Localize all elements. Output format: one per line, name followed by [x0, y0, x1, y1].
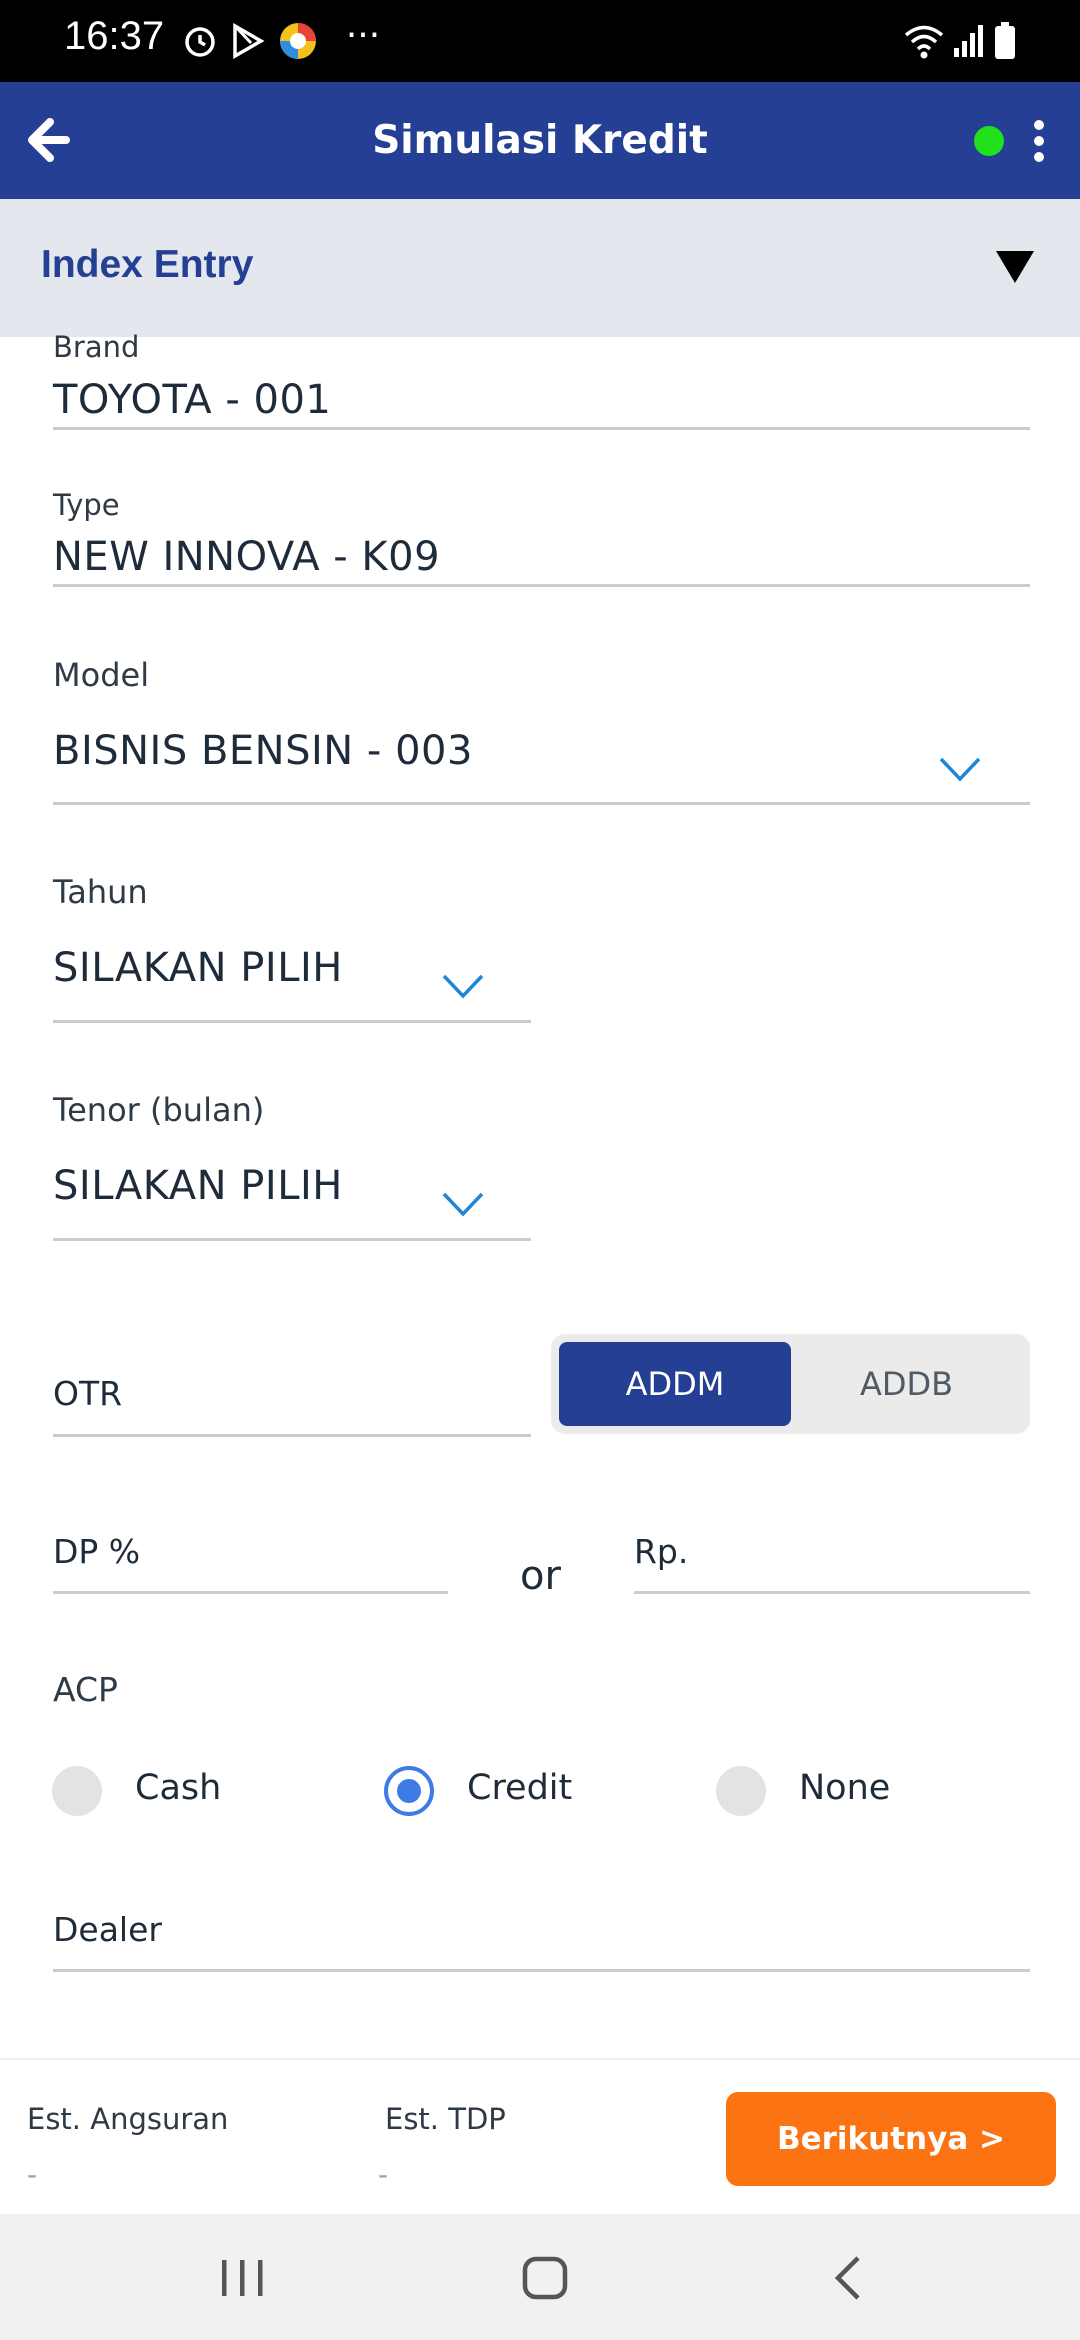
tahun-select[interactable]: SILAKAN PILIH: [53, 945, 343, 991]
model-label: Model: [53, 656, 150, 694]
status-time: 16:37: [64, 14, 165, 58]
model-chevron-down-icon[interactable]: [939, 757, 981, 783]
signal-icon: [950, 20, 986, 62]
acp-none-label[interactable]: None: [799, 1768, 890, 1808]
or-text: or: [520, 1553, 561, 1599]
acp-label: ACP: [53, 1670, 118, 1709]
model-select[interactable]: BISNIS BENSIN - 003: [53, 728, 473, 774]
tahun-underline: [53, 1020, 531, 1023]
acp-credit-label[interactable]: Credit: [467, 1768, 572, 1808]
page-title: Simulasi Kredit: [372, 118, 708, 163]
app-logo-icon: [276, 20, 320, 62]
brand-underline: [53, 427, 1030, 430]
recent-apps-icon[interactable]: [220, 2250, 264, 2306]
model-underline: [53, 802, 1030, 805]
dp-percent-underline: [53, 1591, 448, 1594]
otr-input[interactable]: OTR: [53, 1374, 122, 1413]
timer-icon: [180, 20, 220, 62]
type-underline: [53, 584, 1030, 587]
acp-cash-radio[interactable]: [52, 1766, 102, 1816]
est-tdp-label: Est. TDP: [385, 2102, 506, 2136]
est-tdp-value: -: [378, 2158, 389, 2191]
acp-credit-radio[interactable]: [384, 1766, 434, 1816]
dp-percent-input[interactable]: DP %: [53, 1532, 140, 1571]
tenor-underline: [53, 1238, 531, 1241]
acp-cash-label[interactable]: Cash: [135, 1768, 221, 1808]
tahun-chevron-down-icon[interactable]: [442, 974, 484, 1000]
tahun-label: Tahun: [53, 873, 148, 911]
status-bar: 16:37 ···: [0, 0, 1080, 82]
index-entry-header[interactable]: Index Entry: [0, 199, 1080, 337]
collapse-triangle-icon[interactable]: [996, 251, 1034, 283]
estimate-summary-bar: Est. Angsuran - Est. TDP - Berikutnya >: [0, 2058, 1080, 2214]
tenor-select[interactable]: SILAKAN PILIH: [53, 1163, 343, 1209]
brand-label: Brand: [53, 330, 140, 364]
online-status-indicator: [974, 126, 1004, 156]
addb-toggle-option[interactable]: ADDB: [791, 1342, 1022, 1426]
dealer-underline: [53, 1969, 1030, 1972]
tenor-chevron-down-icon[interactable]: [442, 1192, 484, 1218]
type-value[interactable]: NEW INNOVA - K09: [53, 534, 440, 580]
play-store-icon: [228, 20, 268, 62]
brand-value[interactable]: TOYOTA - 001: [53, 377, 331, 423]
app-bar: Simulasi Kredit: [0, 82, 1080, 199]
dp-rupiah-underline: [634, 1591, 1030, 1594]
wifi-icon: [902, 20, 946, 62]
est-angsuran-value: -: [27, 2158, 38, 2191]
addm-addb-toggle: ADDM ADDB: [551, 1334, 1030, 1434]
dealer-input[interactable]: Dealer: [53, 1910, 162, 1949]
type-label: Type: [53, 488, 120, 522]
dp-rupiah-input[interactable]: Rp.: [634, 1532, 688, 1571]
est-angsuran-label: Est. Angsuran: [27, 2102, 229, 2136]
battery-icon: [990, 20, 1020, 62]
tenor-label: Tenor (bulan): [53, 1091, 265, 1129]
overflow-menu-icon[interactable]: [1024, 118, 1054, 168]
section-title: Index Entry: [41, 243, 254, 286]
next-button[interactable]: Berikutnya >: [726, 2092, 1056, 2186]
otr-underline: [53, 1434, 531, 1437]
acp-none-radio[interactable]: [716, 1766, 766, 1816]
home-icon[interactable]: [521, 2250, 569, 2306]
addm-toggle-option[interactable]: ADDM: [559, 1342, 791, 1426]
more-notifications-icon: ···: [345, 14, 381, 56]
system-navigation-bar: [0, 2214, 1080, 2340]
back-nav-icon[interactable]: [830, 2250, 866, 2306]
